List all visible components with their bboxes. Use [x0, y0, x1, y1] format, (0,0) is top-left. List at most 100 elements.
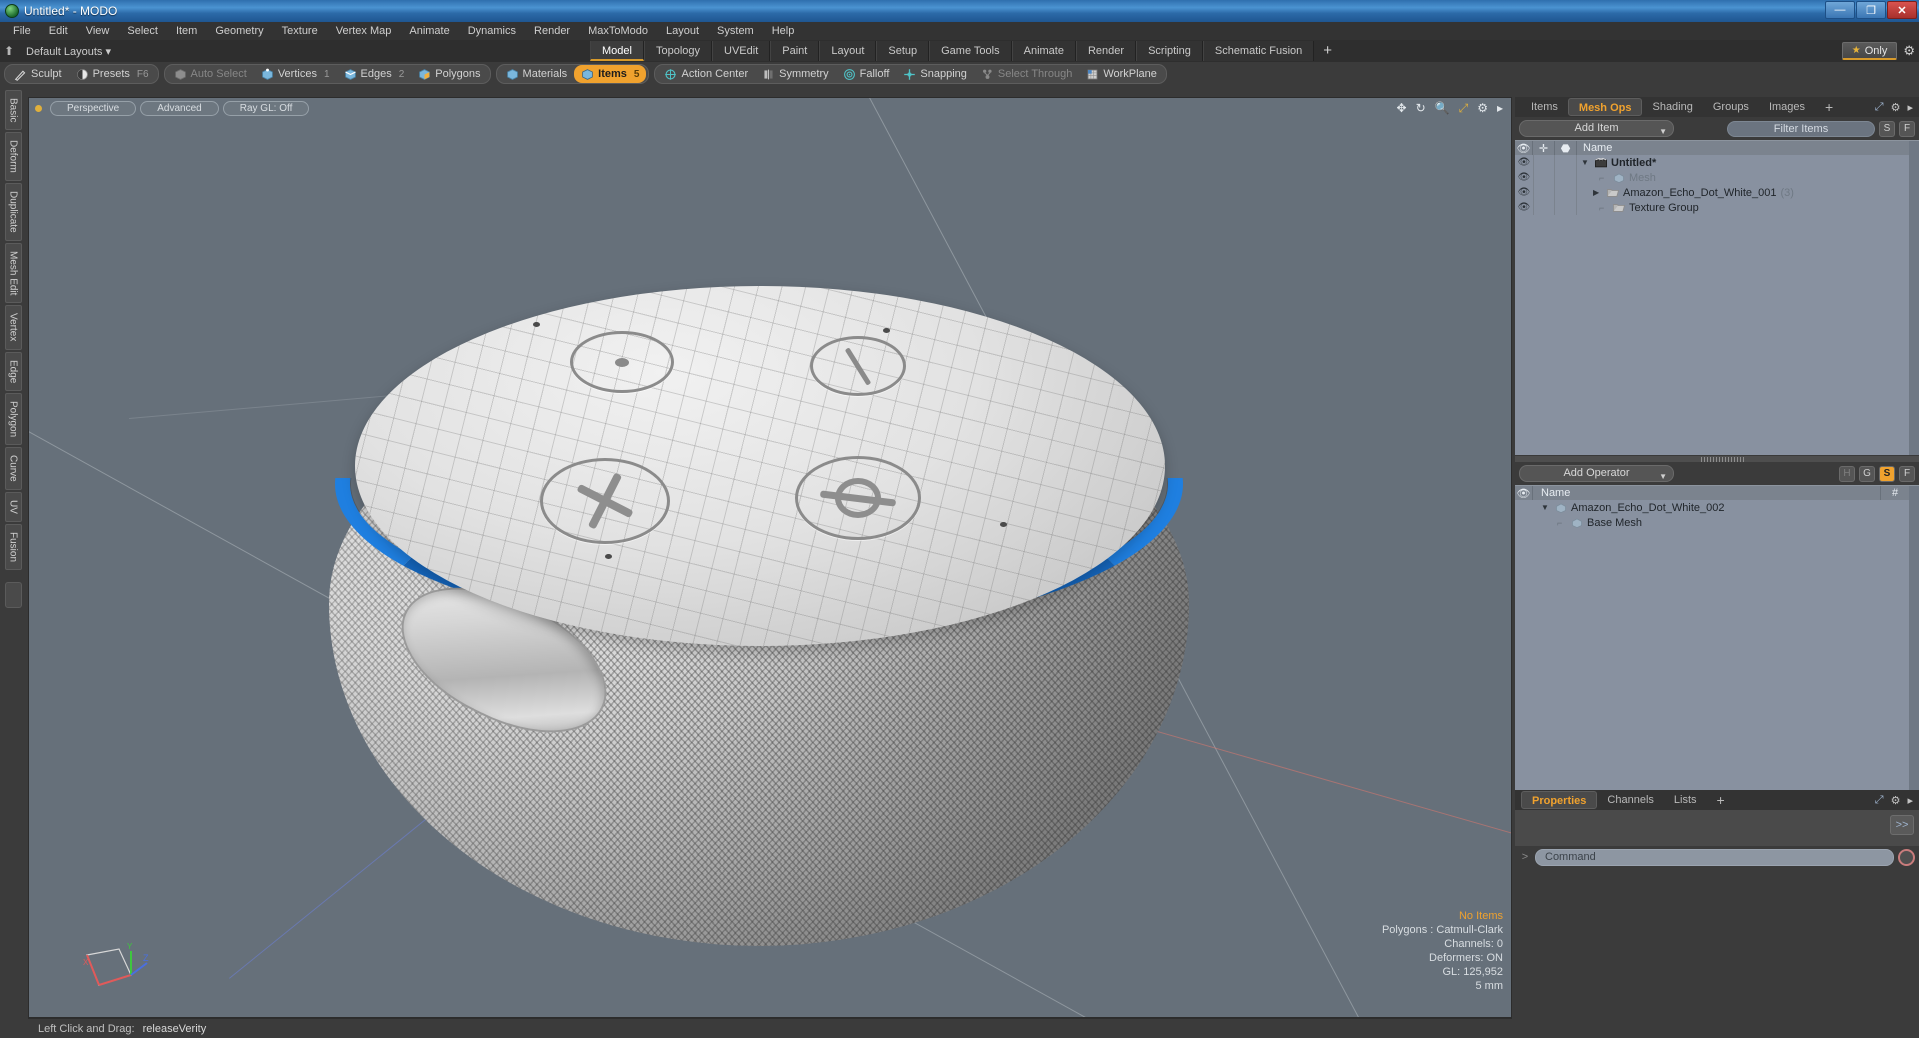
menu-help[interactable]: Help: [763, 22, 804, 40]
symmetry-button[interactable]: Symmetry: [755, 65, 836, 83]
menu-texture[interactable]: Texture: [273, 22, 327, 40]
pan-icon[interactable]: ✥: [1397, 101, 1407, 115]
fit-icon[interactable]: ⤢: [1459, 101, 1469, 116]
tab-lists[interactable]: Lists: [1664, 791, 1707, 809]
table-row[interactable]: 👁 ▼ Untitled*: [1515, 155, 1919, 170]
add-layout-tab-button[interactable]: +: [1314, 41, 1341, 61]
gear-icon[interactable]: ⚙: [1891, 794, 1901, 807]
chevron-right-icon[interactable]: ▸: [1907, 101, 1913, 114]
viewport-view-mode[interactable]: Perspective: [50, 100, 137, 116]
meshops-s-button[interactable]: S: [1879, 465, 1895, 482]
add-operator-dropdown[interactable]: Add Operator ▼: [1519, 465, 1674, 482]
restore-button[interactable]: ❐: [1856, 1, 1886, 19]
sculpt-button[interactable]: Sculpt: [7, 65, 69, 83]
echo-dot-model[interactable]: [329, 256, 1189, 946]
home-icon[interactable]: ⬆: [0, 44, 18, 58]
workplane-button[interactable]: WorkPlane: [1079, 65, 1164, 83]
tab-animate[interactable]: Animate: [1011, 41, 1076, 61]
close-button[interactable]: ✕: [1887, 1, 1917, 19]
tab-groups[interactable]: Groups: [1703, 98, 1759, 116]
tab-render[interactable]: Render: [1075, 41, 1137, 61]
mesh-ops-tree-body[interactable]: ▼ Amazon_Echo_Dot_White_002 ⌐ Base Mesh: [1515, 500, 1919, 790]
select-through-button[interactable]: Select Through: [974, 65, 1079, 83]
tab-schematic-fusion[interactable]: Schematic Fusion: [1202, 41, 1315, 61]
edges-button[interactable]: Edges 2: [337, 65, 412, 83]
add-bottom-tab-button[interactable]: +: [1707, 791, 1735, 809]
menu-render[interactable]: Render: [525, 22, 579, 40]
filter-s-button[interactable]: S: [1879, 120, 1895, 137]
auto-select-button[interactable]: Auto Select: [167, 65, 254, 83]
snapping-button[interactable]: Snapping: [896, 65, 974, 83]
gear-icon[interactable]: ⚙: [1891, 101, 1901, 114]
menu-system[interactable]: System: [708, 22, 763, 40]
viewport-ray-gl[interactable]: Ray GL: Off: [222, 100, 310, 116]
mesh-ops-scrollbar[interactable]: [1909, 500, 1919, 790]
visibility-toggle[interactable]: 👁: [1515, 172, 1533, 183]
menu-layout[interactable]: Layout: [657, 22, 708, 40]
menu-maxtomodo[interactable]: MaxToModo: [579, 22, 657, 40]
tab-setup[interactable]: Setup: [876, 41, 930, 61]
falloff-button[interactable]: Falloff: [836, 65, 897, 83]
properties-expand-button[interactable]: >>: [1890, 815, 1914, 835]
tab-items[interactable]: Items: [1521, 98, 1568, 116]
visibility-toggle[interactable]: 👁: [1515, 202, 1533, 213]
action-center-button[interactable]: Action Center: [657, 65, 755, 83]
sidebar-item-edge[interactable]: Edge: [4, 351, 22, 392]
gear-icon[interactable]: ⚙: [1903, 43, 1915, 59]
meshops-f-button[interactable]: F: [1899, 465, 1915, 482]
sidebar-item-uv[interactable]: UV: [4, 491, 22, 522]
sidebar-extra-panel[interactable]: [4, 581, 22, 608]
tab-shading[interactable]: Shading: [1642, 98, 1702, 116]
command-input[interactable]: Command: [1535, 848, 1894, 866]
items-tree-hscrollbar[interactable]: [1515, 455, 1919, 462]
sidebar-item-duplicate[interactable]: Duplicate: [4, 183, 22, 241]
meshops-h-button[interactable]: H: [1839, 465, 1855, 482]
sidebar-item-fusion[interactable]: Fusion: [4, 523, 22, 570]
table-row[interactable]: ⌐ Base Mesh: [1515, 515, 1919, 530]
gear-icon[interactable]: ⚙: [1477, 101, 1488, 115]
tab-mesh-ops[interactable]: Mesh Ops: [1567, 98, 1643, 116]
tab-properties[interactable]: Properties: [1521, 791, 1598, 809]
record-icon[interactable]: [1898, 848, 1915, 866]
meshops-g-button[interactable]: G: [1859, 465, 1875, 482]
expand-triangle-icon[interactable]: ▶: [1593, 188, 1603, 197]
minimize-button[interactable]: —: [1825, 1, 1855, 19]
sidebar-item-deform[interactable]: Deform: [4, 132, 22, 182]
items-tree-scrollbar[interactable]: [1909, 155, 1919, 455]
only-button[interactable]: ★ Only: [1841, 42, 1898, 60]
tab-scripting[interactable]: Scripting: [1136, 41, 1203, 61]
menu-dynamics[interactable]: Dynamics: [459, 22, 525, 40]
filter-items-input[interactable]: Filter Items: [1727, 120, 1875, 137]
menu-file[interactable]: File: [4, 22, 40, 40]
add-item-dropdown[interactable]: Add Item ▼: [1519, 120, 1674, 137]
sidebar-item-basic[interactable]: Basic: [4, 90, 22, 131]
sidebar-item-polygon[interactable]: Polygon: [4, 393, 22, 446]
sidebar-item-curve[interactable]: Curve: [4, 447, 22, 490]
menu-select[interactable]: Select: [118, 22, 167, 40]
polygons-button[interactable]: Polygons: [411, 65, 487, 83]
default-layouts-dropdown[interactable]: Default Layouts ▾: [18, 45, 119, 58]
table-row[interactable]: 👁 ⌐ Mesh: [1515, 170, 1919, 185]
expand-triangle-icon[interactable]: ▼: [1581, 158, 1591, 167]
rotate-icon[interactable]: ↻: [1416, 101, 1426, 115]
visibility-toggle[interactable]: 👁: [1515, 157, 1533, 168]
sidebar-item-mesh-edit[interactable]: Mesh Edit: [4, 242, 22, 304]
tab-game-tools[interactable]: Game Tools: [929, 41, 1012, 61]
chevron-right-icon[interactable]: ▸: [1907, 794, 1913, 807]
expand-icon[interactable]: ⤢: [1875, 794, 1884, 807]
items-tree-body[interactable]: 👁 ▼ Untitled* 👁 ⌐ Mesh 👁 ▶ Amazon_Echo_D…: [1515, 155, 1919, 455]
expand-triangle-icon[interactable]: ▼: [1541, 503, 1551, 512]
3d-viewport[interactable]: Perspective Advanced Ray GL: Off ✥ ↻ 🔍 ⤢…: [28, 97, 1512, 1018]
menu-geometry[interactable]: Geometry: [206, 22, 272, 40]
sidebar-item-vertex[interactable]: Vertex: [4, 305, 22, 350]
chevron-right-icon[interactable]: ▸: [1497, 101, 1503, 115]
materials-button[interactable]: Materials: [499, 65, 575, 83]
tab-layout[interactable]: Layout: [819, 41, 877, 61]
vertices-button[interactable]: Vertices 1: [254, 65, 337, 83]
viewport-shading[interactable]: Advanced: [140, 100, 219, 116]
tab-channels[interactable]: Channels: [1597, 791, 1663, 809]
tab-paint[interactable]: Paint: [770, 41, 820, 61]
menu-vertex-map[interactable]: Vertex Map: [327, 22, 401, 40]
menu-edit[interactable]: Edit: [40, 22, 77, 40]
table-row[interactable]: ▼ Amazon_Echo_Dot_White_002: [1515, 500, 1919, 515]
